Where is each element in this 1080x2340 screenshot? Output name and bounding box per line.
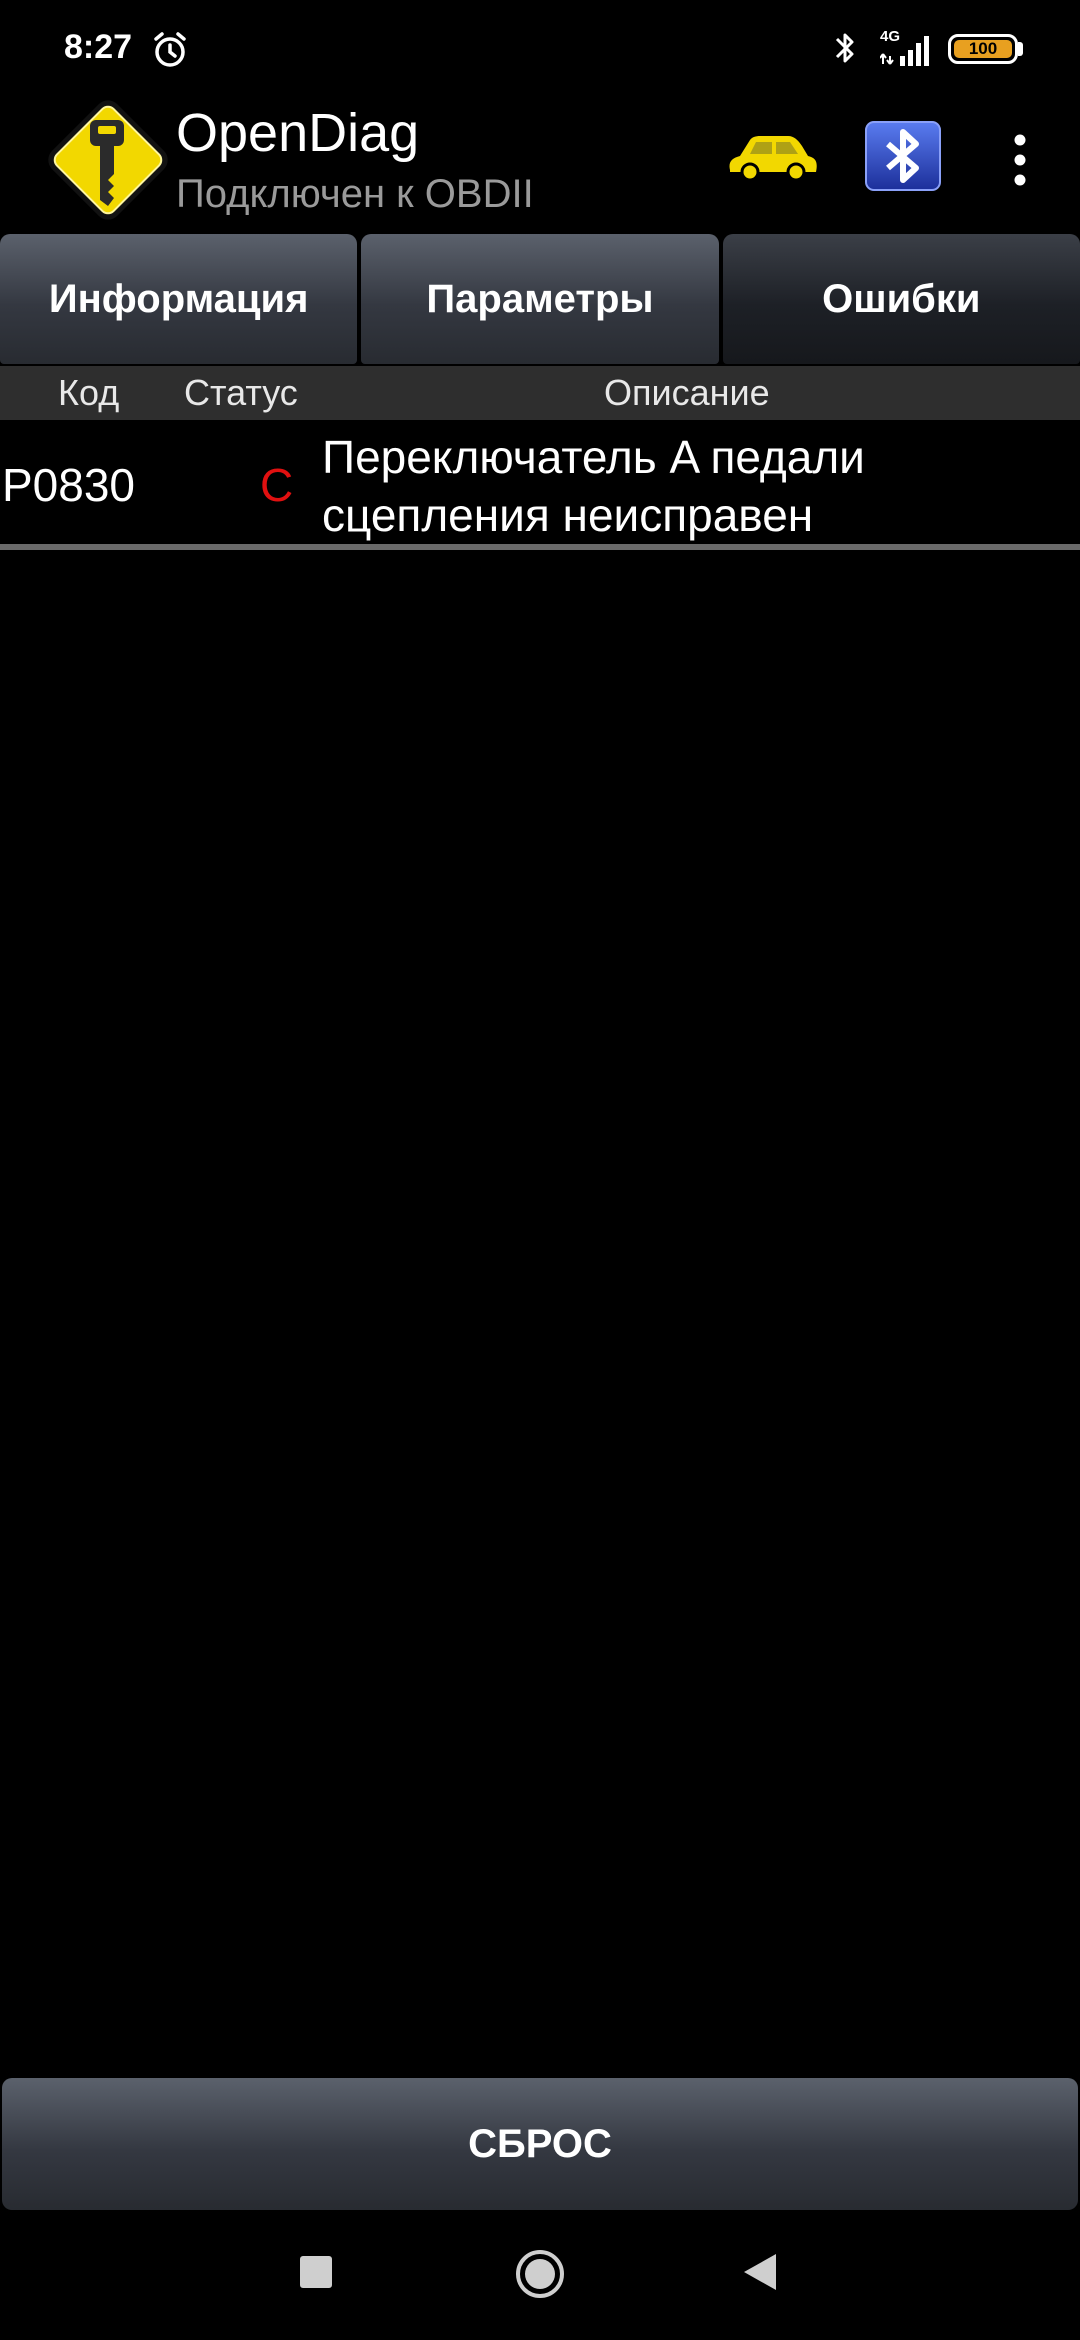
tab-parameters[interactable]: Параметры <box>361 234 719 364</box>
battery-tip <box>1018 42 1023 56</box>
tab-bar: Информация Параметры Ошибки <box>0 234 1080 364</box>
alarm-icon <box>154 32 186 67</box>
battery-icon: 100 <box>948 34 1018 64</box>
back-triangle-icon[interactable] <box>740 2250 780 2294</box>
status-time: 8:27 <box>64 28 133 66</box>
app-bar: OpenDiag Подключен к OBDII <box>0 88 1080 230</box>
bluetooth-adapter-icon[interactable] <box>864 120 942 192</box>
error-description: Переключатель A педали сцепления неиспра… <box>322 431 865 541</box>
home-circle-icon[interactable] <box>514 2248 566 2300</box>
app-title: OpenDiag <box>176 103 420 163</box>
column-header-code: Код <box>58 372 120 413</box>
tab-info[interactable]: Информация <box>0 234 358 364</box>
car-icon[interactable] <box>724 128 820 188</box>
column-header-status: Статус <box>184 372 298 413</box>
bluetooth-icon <box>835 33 854 63</box>
app-logo-key-icon <box>48 100 168 220</box>
reset-button[interactable]: СБРОС <box>2 2078 1078 2210</box>
battery-level: 100 <box>954 39 1012 58</box>
table-header: Код Статус Описание <box>0 366 1080 420</box>
row-divider <box>0 544 1080 550</box>
signal-icon <box>880 36 929 66</box>
connection-status: Подключен к OBDII <box>176 172 534 216</box>
status-bar: 8:27 4G 100 <box>0 0 1080 92</box>
navigation-bar <box>0 2210 1080 2340</box>
screen: 8:27 4G 100 OpenDiag Подключен к OBDII И… <box>0 0 1080 2340</box>
table-row[interactable]: P0830 C Переключатель A педали сцепления… <box>0 420 1080 544</box>
overflow-menu-icon[interactable] <box>1000 126 1040 196</box>
error-code: P0830 <box>2 459 136 511</box>
tab-errors[interactable]: Ошибки <box>722 234 1080 364</box>
column-header-description: Описание <box>604 372 770 413</box>
recents-square-icon[interactable] <box>300 2256 332 2288</box>
error-status: C <box>260 459 294 511</box>
